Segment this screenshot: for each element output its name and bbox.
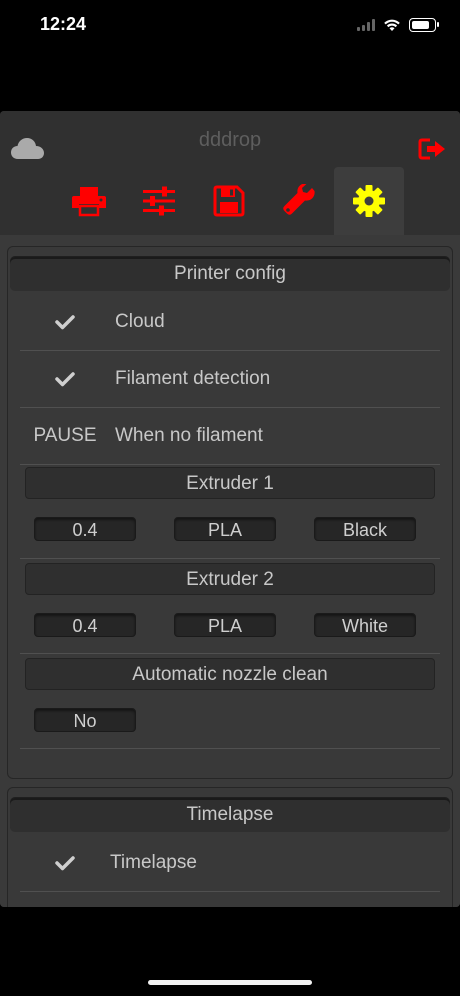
extruder-2-color-button[interactable]: White [314,613,416,637]
app-header: dddrop [0,111,460,235]
status-time: 12:24 [40,14,87,34]
filament-detection-label: Filament detection [115,368,271,389]
extruder-1-color-button[interactable]: Black [314,517,416,541]
extruder-2-nozzle-button[interactable]: 0.4 [34,613,136,637]
printer-icon [72,187,106,217]
battery-icon [409,18,439,32]
tab-bar [54,167,404,235]
filament-detection-row[interactable]: Filament detection [20,351,440,408]
no-filament-row[interactable]: PAUSE When no filament [20,408,440,465]
extruder-1-nozzle-button[interactable]: 0.4 [34,517,136,541]
app-title: dddrop [198,129,262,151]
timelapse-row[interactable]: Timelapse [20,835,440,892]
status-bar: 12:24 [0,0,460,50]
timelapse-header: Timelapse [10,798,450,832]
nozzle-clean-header: Automatic nozzle clean [25,658,435,690]
app-window: dddrop Printer config Cloud Filament det… [0,111,460,907]
divider [20,653,440,654]
check-icon [30,835,100,891]
cloud-row[interactable]: Cloud [20,294,440,351]
nozzle-clean-button[interactable]: No [34,708,136,732]
check-icon [30,294,100,350]
timelapse-label: Timelapse [110,852,197,873]
gear-icon [353,185,385,217]
extruder-2-material-button[interactable]: PLA [174,613,276,637]
config-content: Printer config Cloud Filament detection … [0,235,460,907]
extruder-1-header: Extruder 1 [25,467,435,499]
no-filament-action: PAUSE [33,425,97,446]
printer-config-panel: Printer config Cloud Filament detection … [7,246,453,779]
tab-settings-sliders[interactable] [124,167,194,235]
printer-config-header: Printer config [10,257,450,291]
tab-save[interactable] [194,167,264,235]
tab-printer[interactable] [54,167,124,235]
cloud-label: Cloud [115,311,165,332]
save-icon [213,185,245,217]
tab-tools[interactable] [264,167,334,235]
wrench-icon [283,184,315,215]
wifi-icon [384,19,400,31]
status-icons [357,14,439,36]
signal-icon [357,19,375,31]
logout-icon[interactable] [418,137,448,161]
extruder-2-header: Extruder 2 [25,563,435,595]
divider [20,748,440,749]
divider [20,558,440,559]
check-icon [30,351,100,407]
no-filament-label: When no filament [115,425,263,446]
tab-config[interactable] [334,167,404,235]
home-indicator[interactable] [148,980,312,985]
sliders-icon [143,186,175,216]
timelapse-panel: Timelapse Timelapse [7,787,453,907]
extruder-1-material-button[interactable]: PLA [174,517,276,541]
